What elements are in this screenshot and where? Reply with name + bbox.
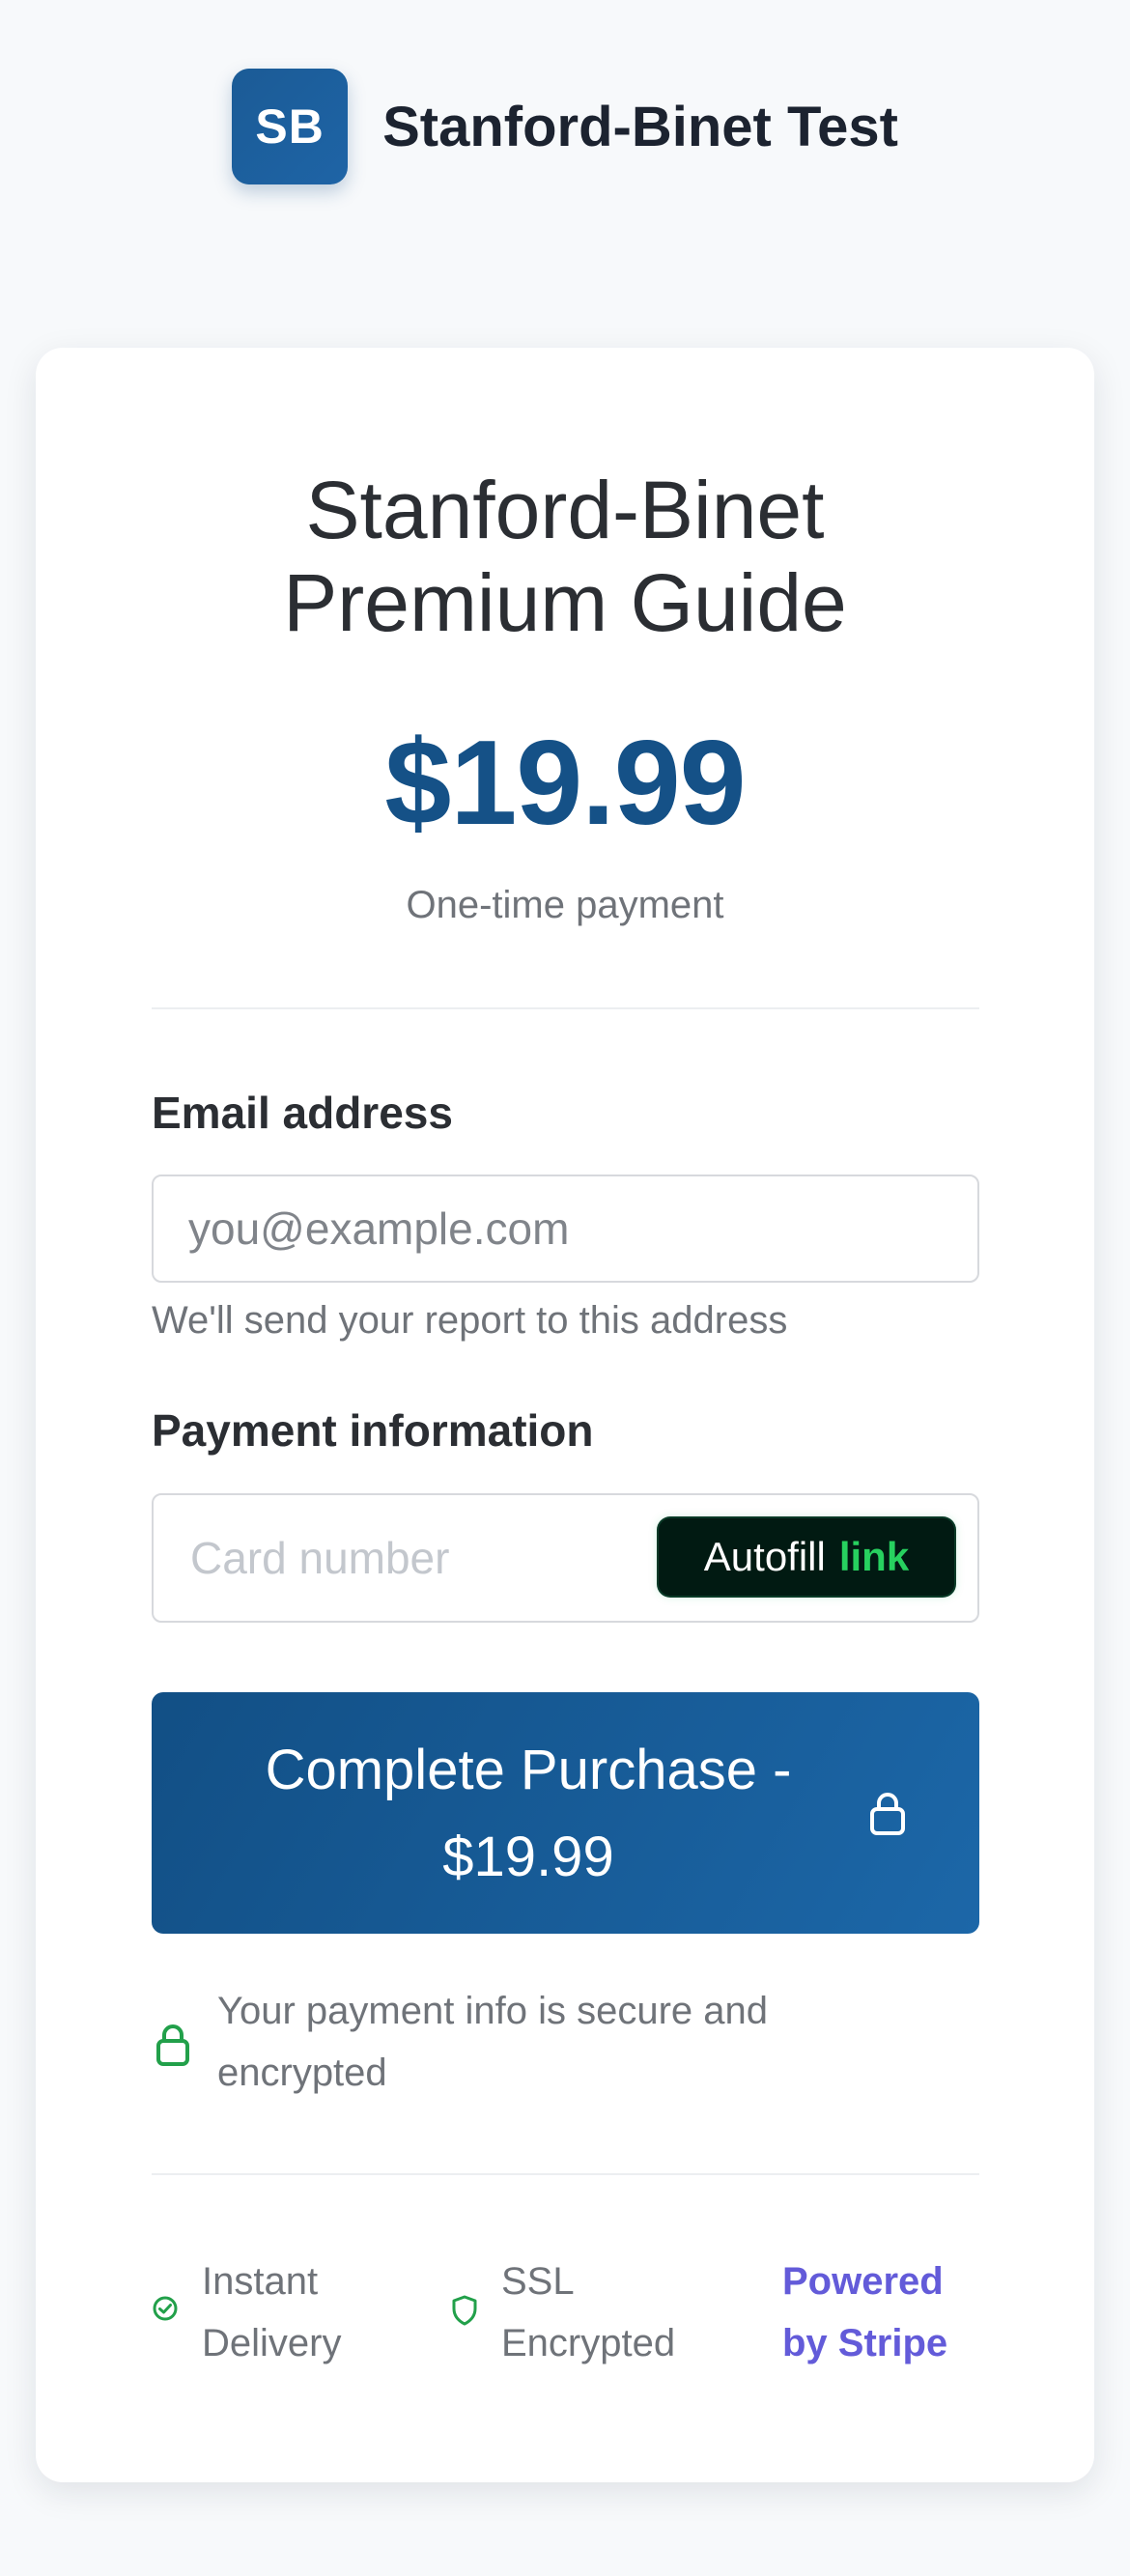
link-logo: link xyxy=(838,1534,910,1579)
stripe-line1: Powered xyxy=(782,2260,944,2303)
product-title-line1: Stanford-Binet xyxy=(305,465,825,555)
ssl-line2: Encrypted xyxy=(501,2322,676,2364)
autofill-link-button[interactable]: Autofill link xyxy=(659,1518,954,1596)
email-label: Email address xyxy=(152,1088,453,1138)
stripe-line2: by Stripe xyxy=(782,2322,948,2364)
purchase-label-line2: $19.99 xyxy=(442,1826,614,1888)
lock-icon xyxy=(870,1793,905,1835)
powered-by-stripe-link[interactable]: Powered by Stripe xyxy=(782,2250,947,2374)
ssl-line1: SSL xyxy=(501,2260,575,2303)
ssl-encrypted-text: SSL Encrypted xyxy=(501,2250,675,2374)
divider xyxy=(152,1007,979,1009)
trust-badges: Instant Delivery SSL Encrypted Powered b… xyxy=(152,2250,979,2386)
lock-icon xyxy=(156,2024,189,2066)
brand-logo: SB xyxy=(232,69,349,184)
complete-purchase-button[interactable]: Complete Purchase - $19.99 xyxy=(152,1692,979,1934)
product-title-line2: Premium Guide xyxy=(283,557,847,648)
brand-header: SB Stanford-Binet Test xyxy=(0,68,1130,185)
purchase-label-line1: Complete Purchase - xyxy=(265,1739,792,1801)
product-price: $19.99 xyxy=(384,717,746,850)
divider xyxy=(152,2173,979,2175)
product-title: Stanford-Binet Premium Guide xyxy=(36,464,1094,649)
secure-payment-text: Your payment info is secure and encrypte… xyxy=(217,1980,951,2104)
checkout-card: Stanford-Binet Premium Guide $19.99 One-… xyxy=(36,348,1094,2482)
check-circle-icon xyxy=(153,2296,178,2321)
purchase-button-label: Complete Purchase - $19.99 xyxy=(210,1727,847,1901)
brand-name: Stanford-Binet Test xyxy=(382,95,898,158)
secure-text-line2: encrypted xyxy=(217,2052,387,2094)
instant-line2: Delivery xyxy=(202,2322,342,2364)
card-number-placeholder: Card number xyxy=(190,1533,450,1583)
price-note: One-time payment xyxy=(406,884,724,926)
instant-delivery-text: Instant Delivery xyxy=(202,2250,341,2374)
secure-text-line1: Your payment info is secure and xyxy=(217,1990,768,2032)
shield-icon xyxy=(452,2295,477,2326)
email-input[interactable] xyxy=(152,1175,979,1283)
autofill-text: Autofill xyxy=(703,1534,826,1579)
instant-line1: Instant xyxy=(202,2260,319,2303)
payment-label: Payment information xyxy=(152,1405,594,1456)
card-number-field[interactable]: Card number Autofill link xyxy=(152,1493,979,1623)
email-help-text: We'll send your report to this address xyxy=(152,1299,788,1342)
